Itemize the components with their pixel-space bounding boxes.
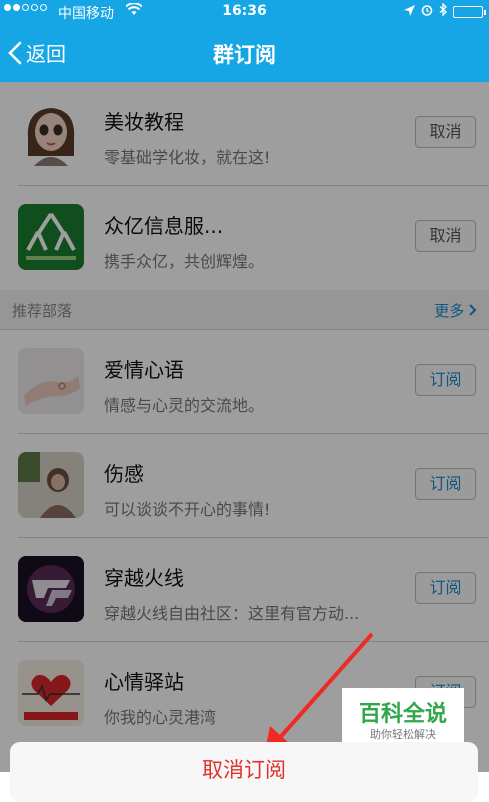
bluetooth-icon xyxy=(439,2,447,20)
unsubscribe-confirm-button[interactable]: 取消订阅 xyxy=(10,754,478,784)
battery-icon xyxy=(453,5,486,18)
watermark-subtitle: 助你轻松解决 xyxy=(370,728,436,741)
location-arrow-icon xyxy=(404,4,415,20)
navigation-bar: 返回 群订阅 xyxy=(0,24,489,82)
action-sheet: 取消订阅 xyxy=(10,742,478,802)
modal-dim-overlay[interactable] xyxy=(0,82,489,772)
watermark-logo: 百科全说 助你轻松解决 xyxy=(342,688,464,746)
alarm-icon xyxy=(421,4,433,20)
page-title: 群订阅 xyxy=(213,43,276,67)
status-bar: 中国移动 16:36 xyxy=(0,0,489,24)
watermark-title: 百科全说 xyxy=(358,702,447,727)
